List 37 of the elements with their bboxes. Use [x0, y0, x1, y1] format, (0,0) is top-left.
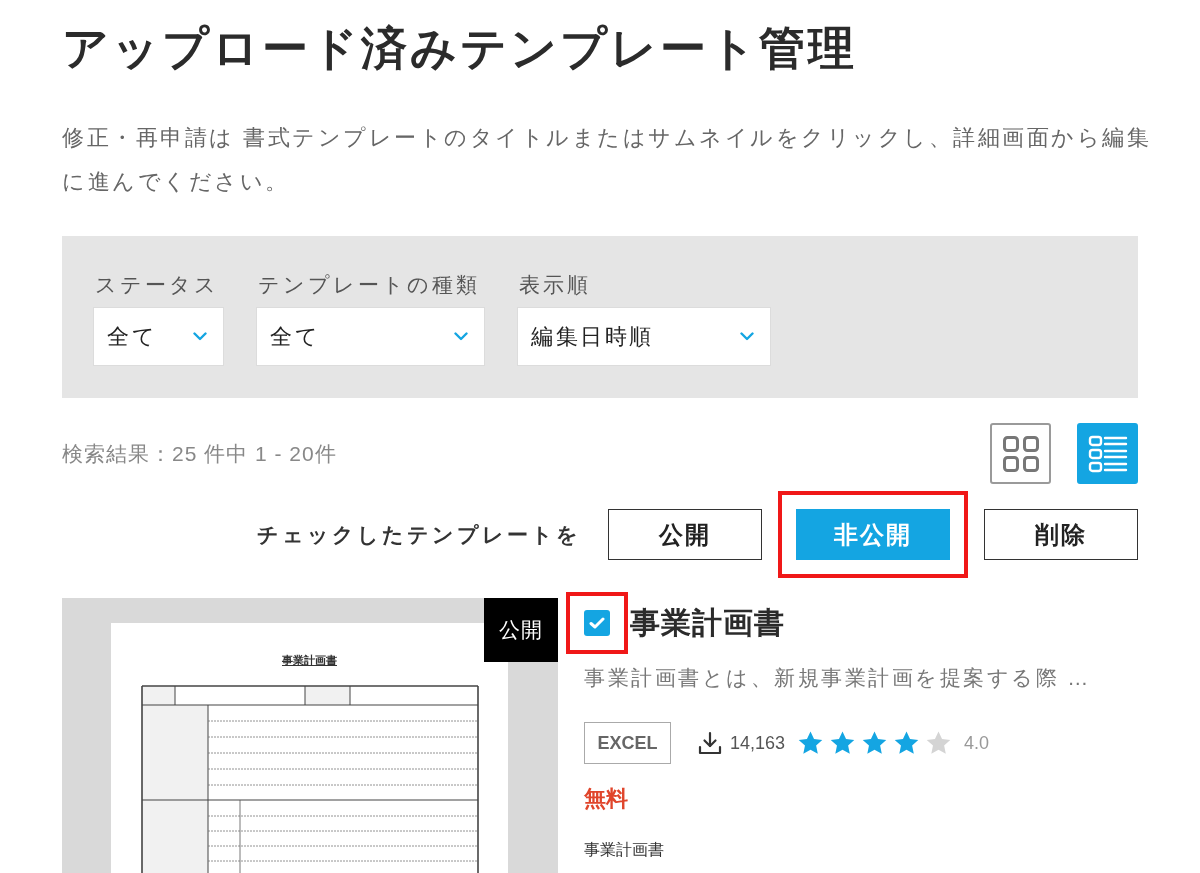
star-icon — [862, 731, 888, 755]
filter-label: ステータス — [94, 272, 220, 298]
filter-select[interactable]: 全て — [93, 307, 224, 366]
document-title: 事業計画書 — [282, 653, 337, 667]
star-icon — [798, 731, 824, 755]
rating-value: 4.0 — [964, 731, 990, 755]
result-count: 検索結果：25 件中 1 - 20件 — [62, 440, 337, 467]
list-icon — [1087, 433, 1128, 474]
filter-select[interactable]: 全て — [256, 307, 485, 366]
download-count: 14,163 — [730, 731, 786, 755]
filter-label: 表示順 — [518, 272, 592, 298]
grid-view-button[interactable] — [990, 423, 1051, 484]
price-label: 無料 — [584, 785, 628, 813]
template-description: 事業計画書とは、新規事業計画を提案する際 … — [584, 665, 1091, 691]
page-title: アップロード済みテンプレート管理 — [62, 21, 858, 76]
action-button[interactable]: 削除 — [984, 509, 1138, 560]
grid-icon — [1000, 433, 1041, 474]
status-badge: 公開 — [484, 598, 558, 662]
star-icon — [926, 731, 952, 755]
star-icon — [894, 731, 920, 755]
bulk-action-label: チェックしたテンプレートを — [257, 521, 581, 548]
thumbnail-frame[interactable]: 事業計画書 公開 — [62, 598, 558, 873]
file-type-tag: EXCEL — [584, 722, 671, 764]
checkmark-icon — [589, 617, 605, 629]
list-view-button[interactable] — [1077, 423, 1138, 484]
page-description: 修正・再申請は 書式テンプレートのタイトルまたはサムネイルをクリックし、詳細画面から編集に進んでください。 — [62, 124, 1153, 196]
checkbox[interactable] — [584, 610, 610, 636]
chevron-down-icon — [193, 332, 207, 341]
filter-label: テンプレートの種類 — [257, 272, 481, 298]
tag-label: 事業計画書 — [584, 840, 664, 860]
template-title[interactable]: 事業計画書 — [630, 605, 785, 641]
chevron-down-icon — [740, 332, 754, 341]
star-icon — [830, 731, 856, 755]
filter-select[interactable]: 編集日時順 — [517, 307, 771, 366]
action-button[interactable]: 公開 — [608, 509, 762, 560]
chevron-down-icon — [454, 332, 468, 341]
download-icon — [698, 731, 722, 755]
